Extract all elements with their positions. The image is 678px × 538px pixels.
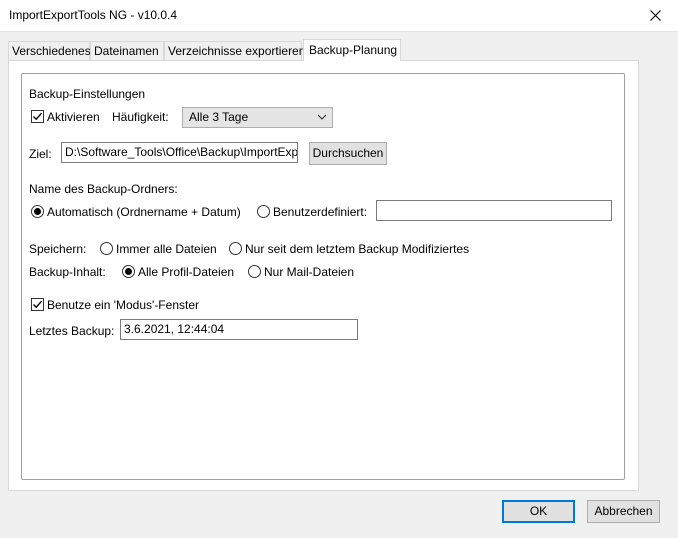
checkmark-icon (33, 300, 43, 309)
tab-verschiedenes[interactable]: Verschiedenes (8, 41, 91, 61)
last-backup-label: Letztes Backup: (29, 324, 115, 338)
close-button[interactable] (632, 0, 678, 31)
target-path-input[interactable]: D:\Software_Tools\Office\Backup\ImportEx… (61, 142, 298, 163)
checkmark-icon (33, 112, 43, 121)
content-mail-label: Nur Mail-Dateien (264, 265, 355, 279)
frequency-value: Alle 3 Tage (189, 110, 249, 124)
folder-custom-label: Benutzerdefiniert: (273, 205, 368, 219)
save-label: Speichern: (29, 242, 87, 256)
folder-custom-radio[interactable] (257, 205, 270, 218)
folder-custom-input[interactable] (376, 200, 612, 221)
modal-window-checkbox[interactable] (31, 298, 44, 311)
content-all-label: Alle Profil-Dateien (138, 265, 235, 279)
frequency-label: Häufigkeit: (112, 110, 169, 124)
close-icon (649, 10, 661, 21)
save-modified-radio[interactable] (229, 242, 242, 255)
folder-auto-radio[interactable] (31, 205, 44, 218)
backup-settings-group: Backup-Einstellungen Aktivieren Häufigke… (21, 73, 625, 480)
folder-auto-label: Automatisch (Ordnername + Datum) (47, 205, 241, 219)
save-all-label: Immer alle Dateien (116, 242, 217, 256)
tab-dateinamen[interactable]: Dateinamen (90, 41, 164, 61)
cancel-button[interactable]: Abbrechen (587, 500, 660, 523)
browse-button[interactable]: Durchsuchen (309, 142, 387, 165)
title-bar: ImportExportTools NG - v10.0.4 (0, 0, 678, 32)
content-all-radio[interactable] (122, 265, 135, 278)
chevron-down-icon (317, 114, 327, 120)
last-backup-field: 3.6.2021, 12:44:04 (120, 319, 358, 340)
tab-panel-backup: Backup-Einstellungen Aktivieren Häufigke… (8, 60, 639, 491)
activate-checkbox[interactable] (31, 110, 44, 123)
save-all-radio[interactable] (100, 242, 113, 255)
last-backup-value: 3.6.2021, 12:44:04 (124, 322, 225, 336)
frequency-select[interactable]: Alle 3 Tage (182, 107, 333, 128)
window-title: ImportExportTools NG - v10.0.4 (9, 8, 178, 22)
tab-backup-planung[interactable]: Backup-Planung (303, 39, 401, 61)
folder-name-heading: Name des Backup-Ordners: (29, 182, 178, 196)
activate-label: Aktivieren (47, 110, 100, 124)
group-title: Backup-Einstellungen (29, 87, 146, 101)
target-label: Ziel: (29, 147, 52, 161)
modal-window-label: Benutze ein 'Modus'-Fenster (47, 298, 199, 312)
tab-verzeichnisse-exportieren[interactable]: Verzeichnisse exportieren (164, 41, 305, 61)
ok-button[interactable]: OK (502, 500, 575, 523)
target-path-value: D:\Software_Tools\Office\Backup\ImportEx… (65, 145, 298, 159)
content-label: Backup-Inhalt: (29, 265, 106, 279)
save-modified-label: Nur seit dem letztem Backup Modifizierte… (245, 242, 470, 256)
content-mail-radio[interactable] (248, 265, 261, 278)
